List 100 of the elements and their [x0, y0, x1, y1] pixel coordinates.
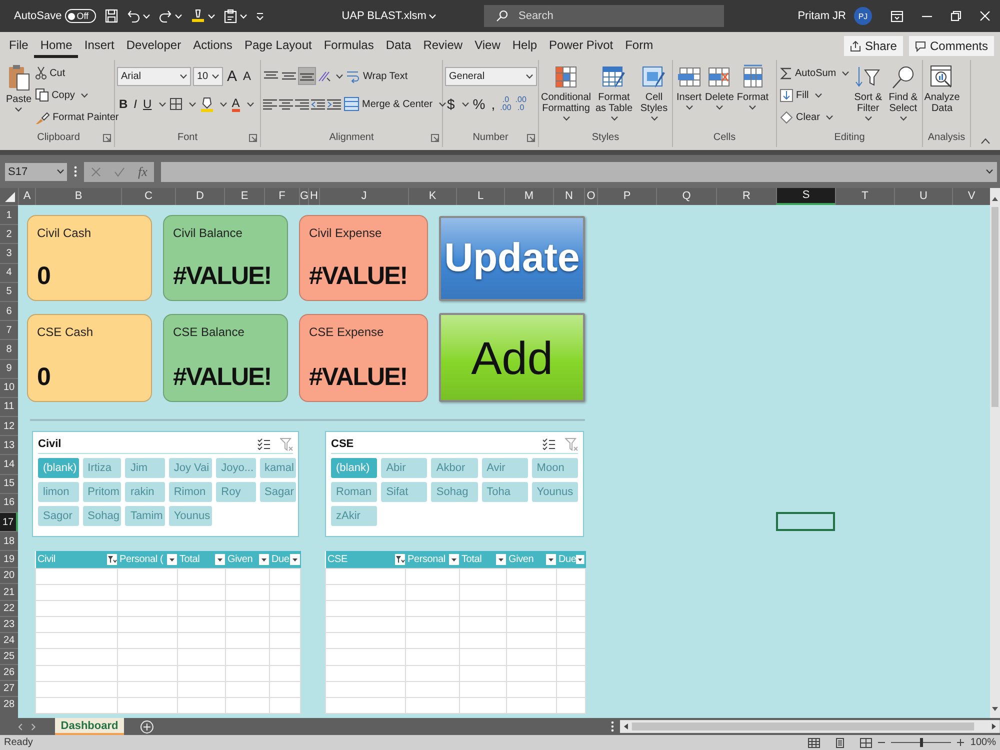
zoom-level[interactable]: 100% — [970, 737, 996, 748]
page-break-icon[interactable] — [860, 738, 872, 748]
merge-center-button[interactable]: Merge & Center — [343, 94, 447, 114]
multi-select-icon[interactable] — [257, 438, 270, 450]
currency-button[interactable]: $ — [445, 96, 457, 112]
caret-icon[interactable] — [562, 116, 570, 121]
autosum-button[interactable]: AutoSum — [779, 63, 850, 83]
menu-tab[interactable]: Data — [380, 34, 418, 58]
menu-tab[interactable]: View — [468, 34, 506, 58]
filter-applied-icon[interactable] — [394, 554, 404, 565]
align-left-icon[interactable] — [263, 97, 277, 111]
dialog-launcher-icon[interactable] — [527, 134, 535, 142]
multi-select-icon[interactable] — [542, 438, 555, 450]
caret-icon[interactable] — [864, 116, 872, 121]
macro-button[interactable]: Update — [439, 216, 585, 301]
macro-button[interactable]: Add — [439, 313, 585, 402]
filter-dropdown-icon[interactable] — [166, 554, 176, 565]
normal-view-icon[interactable] — [808, 738, 820, 748]
customize-icon[interactable] — [256, 12, 264, 20]
clear-button[interactable]: Clear — [779, 107, 834, 127]
caret-icon[interactable] — [986, 169, 993, 174]
restore-icon[interactable] — [951, 11, 961, 21]
font-color-button[interactable]: A — [230, 96, 242, 112]
decrease-indent-icon[interactable] — [311, 97, 325, 111]
ribbon-display-icon[interactable] — [891, 10, 903, 22]
filter-dropdown-icon[interactable] — [576, 554, 584, 565]
insert-button[interactable]: Insert — [675, 63, 703, 111]
format-button[interactable]: Format — [736, 63, 770, 111]
menu-tab[interactable]: Formulas — [318, 34, 380, 58]
increase-indent-icon[interactable] — [327, 97, 341, 111]
dialog-launcher-icon[interactable] — [431, 134, 439, 142]
caret-icon[interactable] — [462, 102, 469, 106]
horizontal-scrollbar[interactable] — [620, 720, 1000, 733]
align-center-icon[interactable] — [279, 97, 293, 111]
text-angle-icon[interactable] — [317, 69, 331, 83]
caret-icon[interactable] — [246, 102, 254, 106]
sort-filter-button[interactable]: Sort & Filter — [851, 63, 886, 122]
caret-icon[interactable] — [57, 169, 64, 174]
caret-icon[interactable] — [188, 102, 196, 106]
clipboard-icon[interactable] — [224, 9, 237, 23]
zoom-slider-thumb[interactable] — [920, 738, 924, 747]
filter-dropdown-icon[interactable] — [290, 554, 300, 565]
dialog-launcher-icon[interactable] — [249, 134, 257, 142]
wrap-text-button[interactable]: Wrap Text — [345, 66, 409, 86]
filter-applied-icon[interactable] — [106, 554, 116, 565]
zoom-in-icon[interactable] — [957, 739, 964, 746]
percent-button[interactable]: % — [470, 96, 488, 112]
more-options-icon[interactable] — [611, 721, 614, 732]
filter-dropdown-icon[interactable] — [258, 554, 268, 565]
caret-icon[interactable] — [15, 107, 22, 112]
comma-style-button[interactable]: , — [489, 96, 498, 112]
redo-icon[interactable] — [158, 9, 172, 23]
collapse-ribbon-icon[interactable] — [981, 138, 990, 144]
shrink-font-button[interactable]: A — [241, 69, 254, 83]
user-avatar[interactable]: PJ — [854, 7, 872, 25]
filter-dropdown-icon[interactable] — [214, 554, 224, 565]
decrease-decimal-button[interactable]: .00 .0 — [514, 96, 528, 112]
save-icon[interactable] — [104, 9, 118, 23]
caret-icon[interactable] — [826, 114, 833, 120]
caret-icon[interactable] — [842, 70, 850, 76]
menu-tab[interactable]: Help — [506, 34, 544, 58]
formula-field[interactable] — [161, 162, 997, 182]
caret-icon[interactable] — [749, 105, 756, 110]
number-format-field[interactable]: General — [445, 66, 537, 86]
autosave-toggle[interactable]: Off — [64, 9, 96, 23]
analyze-data-button[interactable]: Analyze Data — [925, 63, 959, 115]
caret-icon[interactable] — [220, 102, 227, 106]
copy-button[interactable]: Copy — [34, 85, 89, 105]
cut-button[interactable]: Cut — [34, 63, 66, 83]
format-painter-button[interactable]: Format Painter — [34, 107, 120, 127]
delete-button[interactable]: Delete — [704, 63, 735, 111]
insert-function-button[interactable]: fx — [138, 164, 148, 180]
caret-icon[interactable] — [900, 116, 907, 121]
share-button[interactable]: Share — [844, 36, 903, 56]
name-box[interactable]: S17 — [5, 162, 67, 180]
cell-styles-button[interactable]: Cell Styles — [637, 63, 671, 122]
menu-tab[interactable]: Review — [417, 34, 469, 58]
sheet-tab[interactable]: Dashboard — [54, 718, 124, 735]
comments-button[interactable]: Comments — [908, 36, 994, 56]
menu-tab[interactable]: Power Pivot — [543, 34, 620, 58]
caret-icon[interactable] — [716, 105, 723, 110]
caret-icon[interactable] — [650, 116, 658, 121]
filter-dropdown-icon[interactable] — [448, 554, 458, 565]
menu-tab[interactable]: Insert — [78, 34, 120, 58]
format-as-table-button[interactable]: Format as Table — [592, 63, 636, 122]
caret-icon[interactable] — [158, 102, 166, 106]
underline-button[interactable]: U — [141, 97, 154, 111]
menu-tab[interactable]: Page Layout — [238, 34, 318, 58]
search-field[interactable]: Search — [484, 5, 724, 27]
undo-icon[interactable] — [126, 9, 140, 23]
caret-icon[interactable] — [180, 74, 187, 78]
caret-icon[interactable] — [686, 105, 692, 110]
caret-icon[interactable] — [526, 74, 533, 78]
filter-dropdown-icon[interactable] — [496, 554, 506, 565]
more-options-icon[interactable] — [74, 166, 77, 177]
close-icon[interactable] — [980, 11, 990, 21]
font-name-field[interactable]: Arial — [117, 66, 191, 86]
caret-icon[interactable] — [80, 92, 88, 98]
find-select-button[interactable]: Find & Select — [886, 63, 920, 122]
font-size-field[interactable]: 10 — [193, 66, 223, 86]
